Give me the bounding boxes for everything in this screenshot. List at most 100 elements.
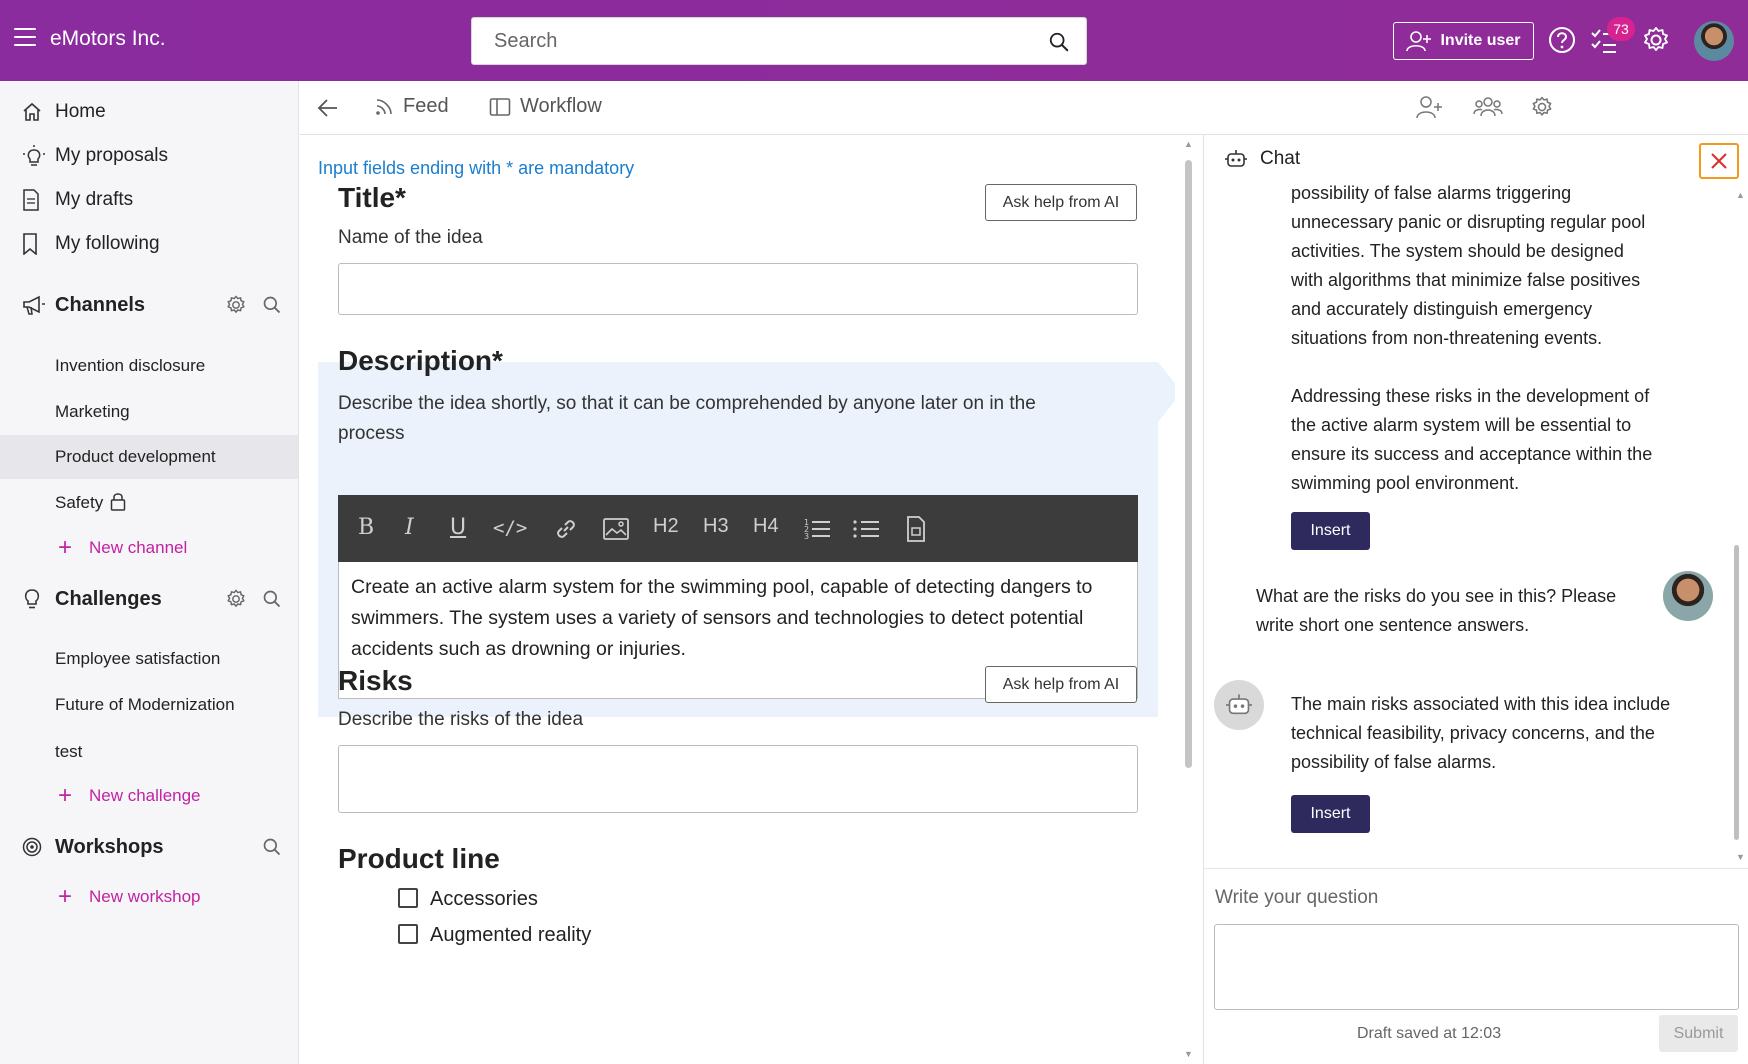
invite-user-label: Invite user [1440,32,1521,49]
heading3-button[interactable]: H3 [703,515,729,538]
rss-icon [376,98,392,115]
lock-icon [110,493,126,511]
sidebar-item-my-drafts[interactable]: My drafts [0,179,299,221]
chat-scroll-down-icon[interactable]: ▼ [1736,852,1745,862]
scroll-up-icon[interactable]: ▲ [1184,139,1193,149]
code-button[interactable]: </> [493,517,527,539]
lightbulb-icon [24,589,40,609]
workshops-search-icon[interactable] [262,837,282,857]
new-workshop-label: New workshop [89,887,201,906]
challenges-settings-icon[interactable] [226,589,246,609]
heading2-button[interactable]: H2 [653,515,679,538]
risks-input[interactable] [338,745,1138,813]
image-icon[interactable] [603,518,629,540]
sidebar-channel-label: Safety [55,493,104,512]
bullet-list-icon[interactable] [853,517,879,541]
sidebar-channel-marketing[interactable]: Marketing [0,390,298,434]
sidebar-channel-invention-disclosure[interactable]: Invention disclosure [0,344,298,388]
menu-icon[interactable] [14,28,36,46]
lightbulb-icon [23,145,45,166]
gear-icon[interactable] [1642,26,1670,54]
team-icon[interactable] [1473,94,1503,120]
sidebar-channel-safety[interactable]: Safety [0,481,298,525]
back-arrow-icon[interactable] [317,97,339,119]
new-challenge-button[interactable]: + New challenge [0,776,299,816]
close-chat-button[interactable] [1699,143,1739,179]
title-ask-ai-button[interactable]: Ask help from AI [985,184,1137,221]
ordered-list-icon[interactable]: 1 2 3 [804,517,830,541]
sidebar-challenge-employee-satisfaction[interactable]: Employee satisfaction [0,637,298,681]
sidebar-item-my-following[interactable]: My following [0,223,299,265]
chat-scroll-up-icon[interactable]: ▲ [1736,190,1745,200]
italic-button[interactable]: I [405,515,414,540]
new-workshop-button[interactable]: + New workshop [0,877,299,917]
chat-question-input[interactable] [1214,924,1739,1010]
sidebar-challenge-test[interactable]: test [0,730,298,774]
chat-header: Chat [1204,135,1748,185]
bold-button[interactable]: B [358,515,374,540]
search-input[interactable] [472,18,1032,64]
tab-label: Workflow [520,95,602,117]
risks-ask-ai-button[interactable]: Ask help from AI [985,666,1137,703]
chat-divider [1204,868,1748,869]
workshops-section-header: Workshops [0,827,299,867]
augmented-reality-checkbox[interactable] [398,924,418,944]
search-icon[interactable] [1048,31,1070,53]
close-icon [1711,153,1727,169]
user-avatar[interactable] [1694,21,1734,61]
new-channel-label: New channel [89,538,188,557]
description-pointer [1158,362,1175,422]
brand-name: eMotors Inc. [50,27,166,50]
link-icon[interactable] [553,516,579,542]
help-icon[interactable] [1548,26,1576,54]
form-scroll-thumb[interactable] [1185,160,1192,768]
underline-button[interactable]: U [450,515,466,540]
sidebar-channel-label: Product development [55,447,216,466]
sidebar-item-label: My following [55,233,160,254]
top-bar: eMotors Inc. Invite user 73 [0,0,1748,81]
svg-text:3: 3 [804,532,809,541]
tab-workflow[interactable]: Workflow [489,95,602,118]
draft-status: Draft saved at 12:03 [1357,1025,1502,1042]
sidebar-item-my-proposals[interactable]: My proposals [0,135,299,177]
sidebar-challenge-label: Employee satisfaction [55,649,221,668]
add-member-icon[interactable] [1415,94,1443,120]
new-challenge-label: New challenge [89,786,201,805]
plus-icon: + [58,883,73,910]
sidebar-challenge-future-of-modernization[interactable]: Future of Modernization [0,683,298,727]
challenges-title: Challenges [55,587,162,610]
channels-settings-icon[interactable] [226,295,246,315]
chat-scroll-thumb[interactable] [1734,545,1739,840]
sidebar-item-home[interactable]: Home [0,91,299,133]
sidebar: Home My proposals My drafts My following [0,81,299,1064]
invite-user-button[interactable]: Invite user [1393,22,1534,60]
heading4-button[interactable]: H4 [753,515,779,538]
bot-message-text: The main risks associated with this idea… [1291,694,1671,772]
risks-field-label: Risks [338,665,413,696]
new-channel-button[interactable]: + New channel [0,528,299,568]
plus-icon: + [58,534,73,561]
attachment-icon[interactable] [906,516,926,542]
idea-form: Input fields ending with * are mandatory… [300,135,1175,1064]
channels-search-icon[interactable] [262,295,282,315]
sidebar-challenge-label: test [55,742,83,761]
home-icon [23,102,41,121]
title-input[interactable] [338,263,1138,315]
accessories-label: Accessories [430,888,538,910]
submit-button[interactable]: Submit [1659,1015,1738,1052]
sidebar-channel-product-development[interactable]: Product development [0,435,298,479]
challenges-search-icon[interactable] [262,589,282,609]
settings-icon[interactable] [1531,96,1553,118]
augmented-reality-label: Augmented reality [430,924,592,946]
channels-section-header: Channels [0,285,299,325]
form-scrollbar[interactable]: ▲ ▼ [1175,135,1203,1064]
add-user-icon [1406,31,1432,52]
tab-feed[interactable]: Feed [374,95,449,118]
accessories-checkbox[interactable] [398,888,418,908]
risks-field-hint: Describe the risks of the idea [338,709,584,730]
channels-title: Channels [55,293,146,316]
insert-button[interactable]: Insert [1291,512,1370,550]
tasks-badge: 73 [1607,17,1635,41]
scroll-down-icon[interactable]: ▼ [1184,1049,1193,1059]
insert-button[interactable]: Insert [1291,795,1370,833]
